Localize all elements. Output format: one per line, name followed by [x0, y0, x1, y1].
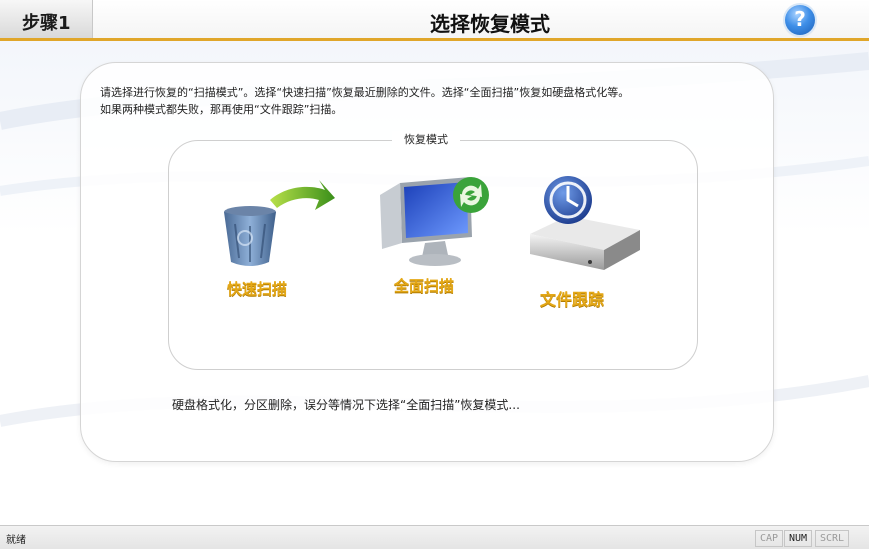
full-scan-label: 全面扫描 — [394, 277, 455, 295]
status-bar: 就绪 CAP NUM SCRL — [0, 525, 869, 549]
intro-line-2: 如果两种模式都失败，那再使用“文件跟踪”扫描。 — [100, 103, 343, 116]
help-button[interactable]: ? — [785, 5, 815, 35]
hard-drive-tracking-icon — [530, 176, 640, 270]
status-text: 就绪 — [6, 535, 26, 546]
file-trace-option[interactable]: 文件跟踪 — [522, 172, 652, 312]
intro-line-1: 请选择进行恢复的“扫描模式”。选择“快速扫描”恢复最近删除的文件。选择“全面扫描… — [100, 86, 630, 99]
mode-hint-text: 硬盘格式化，分区删除，误分等情况下选择“全面扫描”恢复模式... — [172, 398, 520, 412]
question-mark-icon: ? — [794, 7, 806, 31]
step-tab: 步骤1 — [0, 0, 93, 38]
recycle-bin-arrow-icon — [224, 180, 335, 266]
step-label: 步骤1 — [22, 13, 71, 34]
app-window: 步骤1 选择恢复模式 ? 请选择进行恢复的“扫描模式”。选择“快速扫描”恢复最近… — [0, 0, 869, 549]
recovery-mode-group-title: 恢复模式 — [392, 131, 460, 147]
computer-refresh-icon — [380, 177, 489, 266]
quick-scan-label: 快速扫描 — [227, 280, 288, 298]
file-trace-label: 文件跟踪 — [540, 290, 605, 309]
header-bar: 步骤1 选择恢复模式 ? — [0, 0, 869, 40]
caps-lock-indicator: CAP — [755, 530, 784, 547]
header-accent-line — [0, 38, 869, 41]
quick-scan-option[interactable]: 快速扫描 — [215, 178, 335, 308]
full-scan-option[interactable]: 全面扫描 — [370, 175, 500, 305]
intro-text: 请选择进行恢复的“扫描模式”。选择“快速扫描”恢复最近删除的文件。选择“全面扫描… — [100, 84, 750, 118]
scroll-lock-indicator: SCRL — [815, 530, 850, 547]
page-title: 选择恢复模式 — [430, 12, 550, 36]
num-lock-indicator: NUM — [784, 530, 813, 547]
